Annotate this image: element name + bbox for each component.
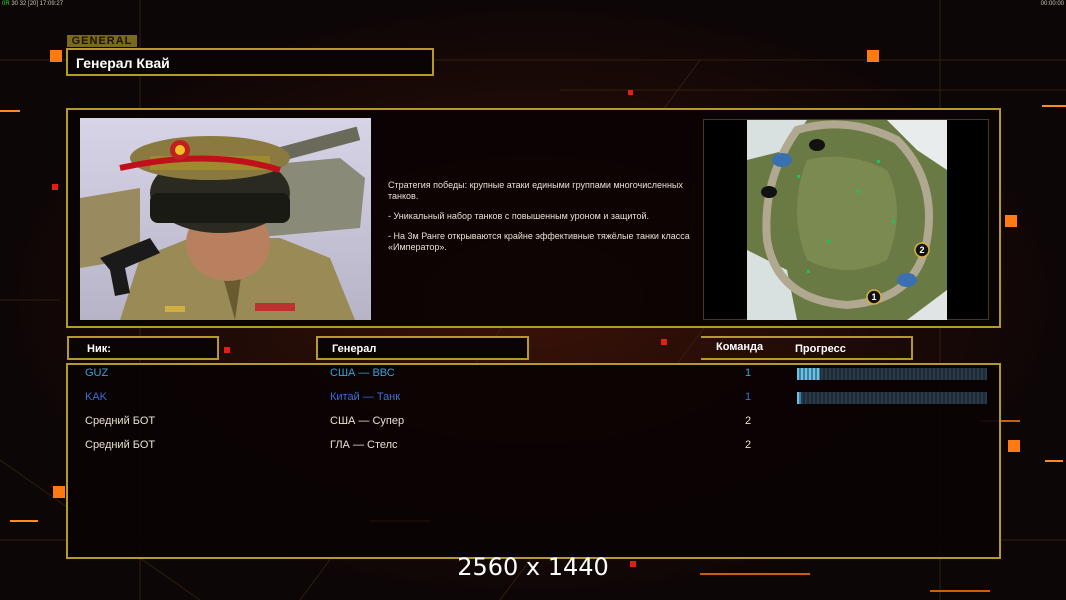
player-nick: Средний БОТ	[85, 415, 156, 427]
player-row[interactable]: Средний БОТ ГЛА — Стелс 2	[0, 439, 1066, 455]
general-tag: GENERAL	[67, 35, 137, 47]
player-row[interactable]: Средний БОТ США — Супер 2	[0, 415, 1066, 431]
player-team: 2	[745, 415, 752, 427]
player-progress-bar	[797, 392, 987, 404]
map-marker-1: 1	[871, 292, 876, 302]
status-time: 17:09:27	[39, 1, 64, 7]
general-title-box: Генерал Квай	[66, 48, 434, 76]
feature-text-1: - Уникальный набор танков с повышенным у…	[388, 211, 649, 221]
player-general: Китай — Танк	[330, 391, 401, 403]
column-header-general-label: Генерал	[332, 343, 377, 355]
player-nick: KAK	[85, 391, 108, 403]
player-row[interactable]: KAK Китай — Танк 1	[0, 391, 1066, 407]
column-header-general: Генерал	[316, 336, 529, 360]
player-team: 1	[745, 367, 752, 379]
player-general: ГЛА — Стелс	[330, 439, 398, 451]
player-team: 1	[745, 391, 752, 403]
player-row[interactable]: GUZ США — ВВС 1	[0, 367, 1066, 383]
player-team: 2	[745, 439, 752, 451]
strategy-text: Стратегия победы: крупные атаки едиными …	[388, 180, 683, 201]
status-stats: 30 32 [20]	[11, 1, 39, 7]
status-bar-left: 0R 30 32 [20] 17:09:27	[2, 0, 63, 8]
general-portrait-image	[80, 118, 371, 320]
player-nick: GUZ	[85, 367, 109, 379]
map-preview-image: 2 1	[747, 120, 947, 320]
status-bar: 0R 30 32 [20] 17:09:27 00:00:00	[0, 0, 1066, 8]
column-header-nick: Ник:	[67, 336, 219, 360]
map-marker-2: 2	[919, 245, 924, 255]
player-progress-fill	[797, 392, 801, 404]
player-progress-bar	[797, 368, 987, 380]
status-prefix: 0R	[2, 1, 10, 7]
player-nick: Средний БОТ	[85, 439, 156, 451]
player-general: США — Супер	[330, 415, 405, 427]
column-header-progress-label: Прогресс	[795, 343, 846, 355]
column-header-progress: Прогресс	[701, 336, 913, 360]
column-header-nick-label: Ник:	[87, 343, 111, 355]
status-bar-right-time: 00:00:00	[1040, 1, 1064, 7]
feature-text-2: - На 3м Ранге открываются крайне эффекти…	[388, 231, 690, 252]
general-name: Генерал Квай	[76, 55, 170, 71]
player-general: США — ВВС	[330, 367, 395, 379]
general-description: Стратегия победы: крупные атаки едиными …	[388, 180, 698, 262]
player-progress-fill	[797, 368, 820, 380]
resolution-label: 2560 x 1440	[457, 553, 609, 581]
